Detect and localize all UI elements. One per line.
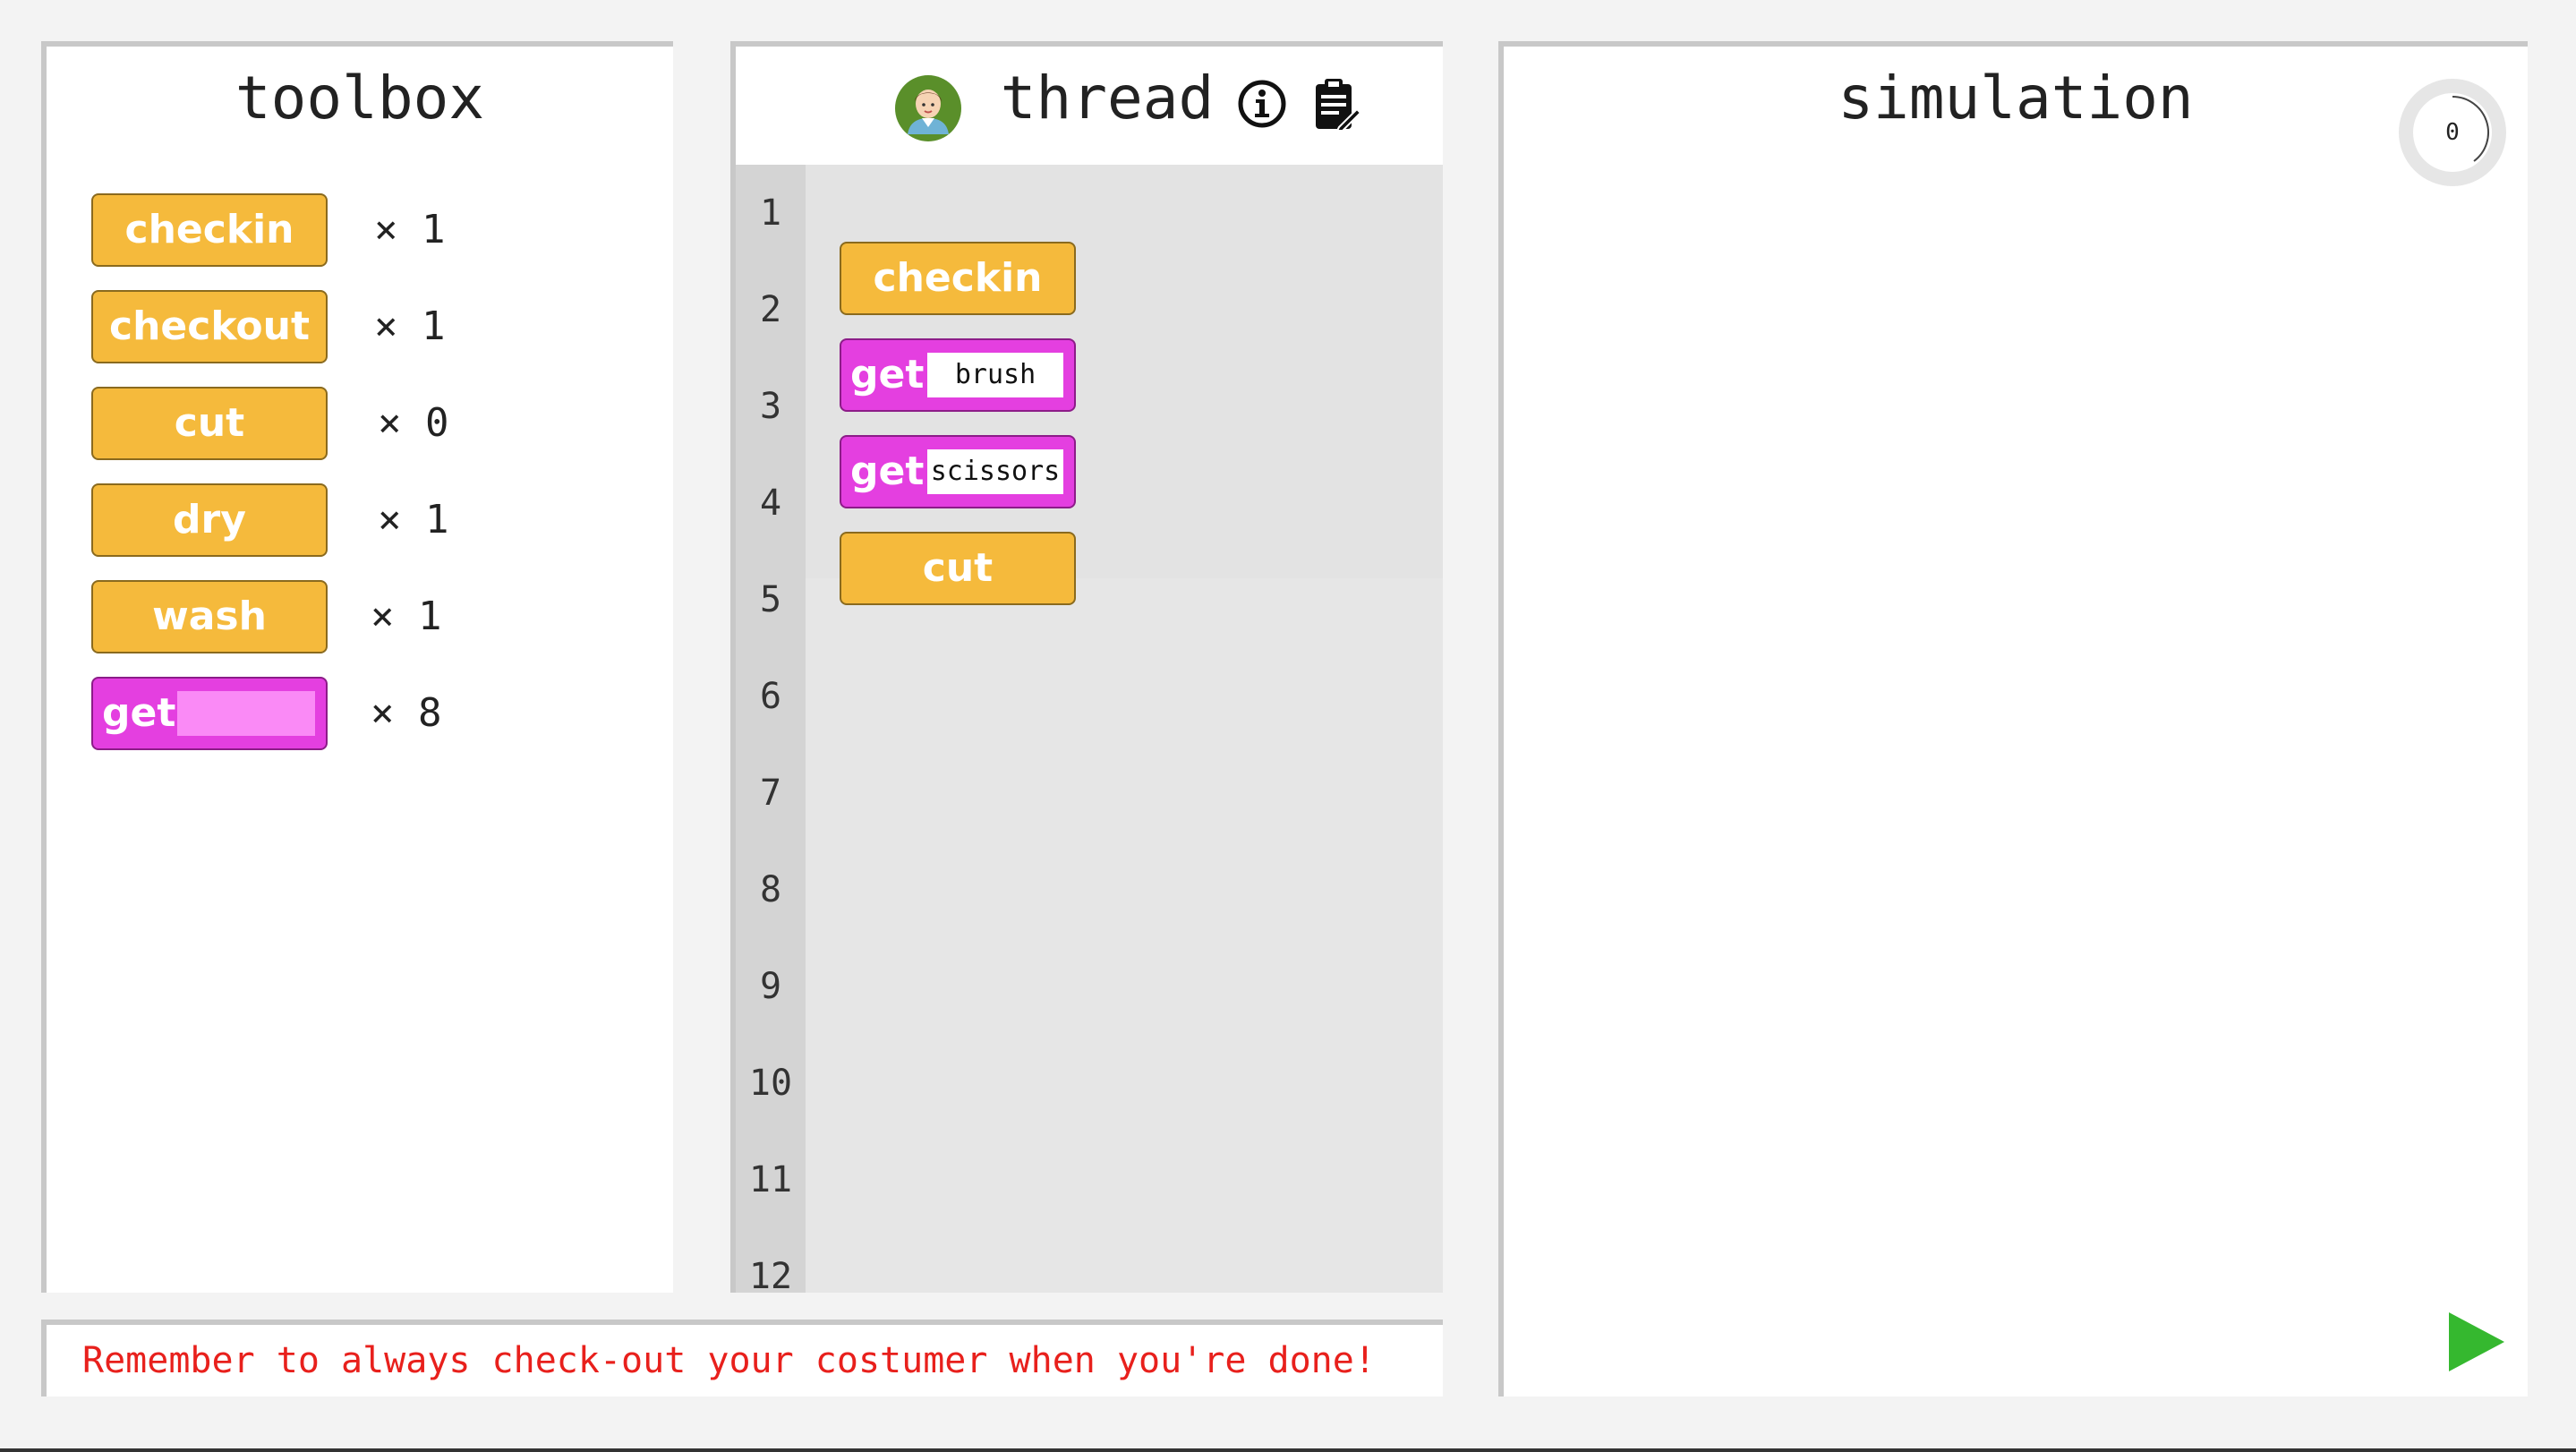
toolbox-item-checkout: checkout × 1 bbox=[91, 290, 628, 363]
thread-title: thread bbox=[1000, 64, 1215, 132]
get-block[interactable]: get bbox=[91, 677, 328, 750]
hint-panel: Remember to always check-out your costum… bbox=[41, 1320, 1443, 1396]
line-number: 8 bbox=[759, 869, 782, 910]
checkin-block[interactable]: checkin bbox=[91, 193, 328, 267]
checkout-block[interactable]: checkout bbox=[91, 290, 328, 363]
line-number: 10 bbox=[748, 1063, 793, 1104]
toolbox-item-wash: wash × 1 bbox=[91, 580, 628, 653]
code-line-2: get brush bbox=[840, 338, 1076, 412]
cut-block[interactable]: cut bbox=[91, 387, 328, 460]
user-avatar-icon bbox=[895, 75, 961, 141]
checkin-block[interactable]: checkin bbox=[840, 242, 1076, 315]
simulation-title: simulation bbox=[1838, 64, 2194, 132]
get-argument-input[interactable]: scissors bbox=[927, 449, 1063, 494]
checkout-count: × 1 bbox=[374, 303, 446, 349]
get-block[interactable]: get brush bbox=[840, 338, 1076, 412]
cut-block[interactable]: cut bbox=[840, 532, 1076, 605]
simulation-panel: simulation 0 bbox=[1498, 41, 2528, 1396]
line-number: 2 bbox=[759, 289, 782, 330]
get-block[interactable]: get scissors bbox=[840, 435, 1076, 508]
line-number: 1 bbox=[759, 192, 782, 234]
line-number: 12 bbox=[748, 1256, 793, 1293]
wash-block[interactable]: wash bbox=[91, 580, 328, 653]
thread-header: thread bbox=[736, 47, 1443, 165]
line-number: 9 bbox=[759, 966, 782, 1007]
toolbox-item-checkin: checkin × 1 bbox=[91, 193, 628, 267]
code-line-1: checkin bbox=[840, 242, 1076, 315]
toolbox-title: toolbox bbox=[235, 64, 485, 132]
code-line-4: cut bbox=[840, 532, 1076, 605]
cut-count: × 0 bbox=[378, 400, 449, 446]
clipboard-icon[interactable] bbox=[1312, 77, 1361, 131]
line-number: 5 bbox=[759, 579, 782, 620]
get-argument-slot bbox=[177, 691, 315, 736]
get-argument-input[interactable]: brush bbox=[927, 353, 1063, 397]
line-number: 7 bbox=[759, 773, 782, 814]
toolbox-panel: toolbox checkin × 1 checkout × 1 cut × 0… bbox=[41, 41, 673, 1293]
checkin-count: × 1 bbox=[374, 207, 446, 252]
get-count: × 8 bbox=[371, 690, 442, 736]
bottom-border bbox=[0, 1448, 2576, 1452]
get-block-label: get bbox=[102, 690, 176, 736]
dry-count: × 1 bbox=[378, 497, 449, 542]
play-icon[interactable] bbox=[2445, 1311, 2508, 1373]
thread-panel: thread 1 2 3 4 5 6 7 8 9 10 11 12 checki… bbox=[730, 41, 1443, 1293]
hint-message: Remember to always check-out your costum… bbox=[82, 1340, 1376, 1381]
wash-count: × 1 bbox=[371, 594, 442, 639]
code-line-3: get scissors bbox=[840, 435, 1076, 508]
toolbox-item-cut: cut × 0 bbox=[91, 387, 628, 460]
thread-code-blocks: checkin get brush get scissors cut bbox=[806, 165, 1443, 1293]
line-number: 11 bbox=[748, 1159, 793, 1200]
line-number: 3 bbox=[759, 386, 782, 427]
toolbox-item-dry: dry × 1 bbox=[91, 483, 628, 557]
get-block-label: get bbox=[850, 352, 925, 397]
toolbox-item-get: get × 8 bbox=[91, 677, 628, 750]
dry-block[interactable]: dry bbox=[91, 483, 328, 557]
line-number: 6 bbox=[759, 676, 782, 717]
get-block-label: get bbox=[850, 448, 925, 494]
info-icon[interactable] bbox=[1237, 79, 1287, 129]
line-gutter: 1 2 3 4 5 6 7 8 9 10 11 12 bbox=[736, 165, 806, 1293]
step-counter: 0 bbox=[2445, 119, 2460, 146]
line-number: 4 bbox=[759, 483, 782, 524]
